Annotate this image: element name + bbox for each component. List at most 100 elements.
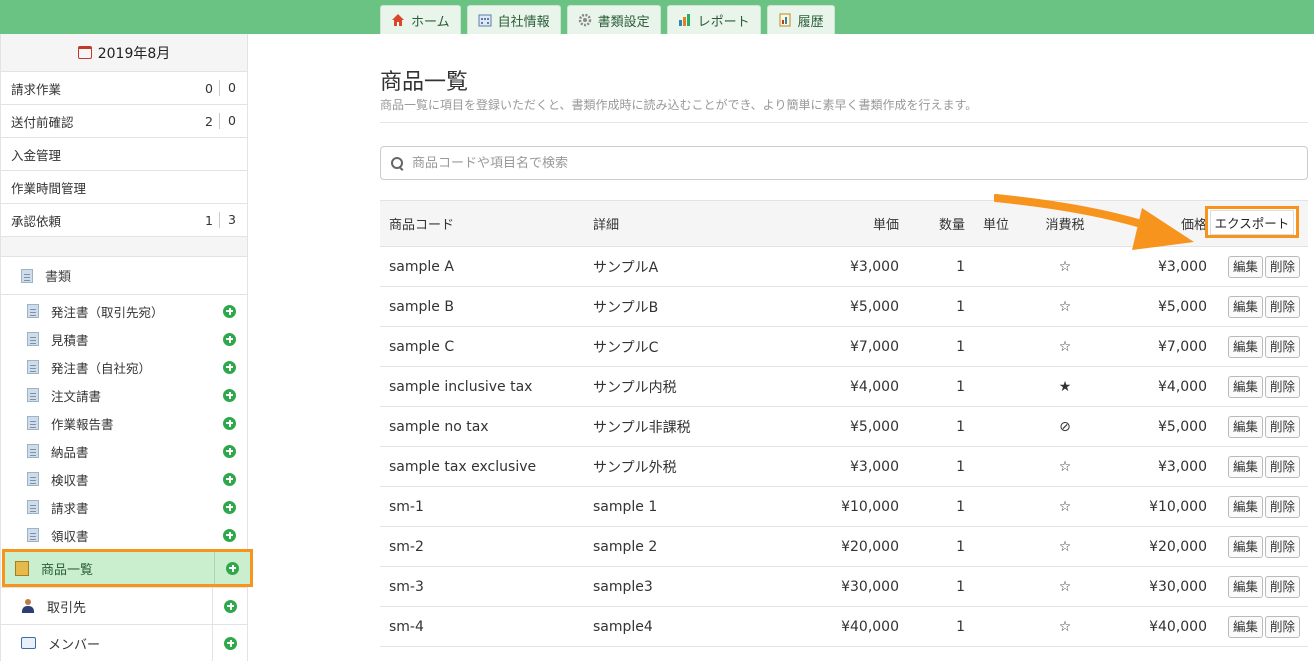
add-icon[interactable] xyxy=(223,444,236,458)
sidebar-item-approval-requests[interactable]: 承認依頼 1 3 xyxy=(1,204,247,237)
chart-icon xyxy=(678,14,690,26)
quantity: 1 xyxy=(956,418,965,435)
add-icon[interactable] xyxy=(223,472,236,486)
document-icon xyxy=(27,444,39,458)
delete-button[interactable]: 削除 xyxy=(1264,575,1300,598)
sidebar-item-pre-send-check[interactable]: 送付前確認 2 0 xyxy=(1,105,247,138)
sidebar-item-po-client[interactable]: 発注書（取引先宛） xyxy=(1,297,247,325)
sidebar-item-inspection[interactable]: 検収書 xyxy=(1,465,247,493)
unit-price: ¥5,000 xyxy=(850,418,899,435)
tab-company[interactable]: 自社情報 xyxy=(466,5,561,34)
unit-price: ¥4,000 xyxy=(850,378,899,395)
delete-button[interactable]: 削除 xyxy=(1264,455,1300,478)
edit-button[interactable]: 編集 xyxy=(1227,615,1263,638)
column-header-price[interactable]: 単価 xyxy=(803,200,899,247)
tab-report[interactable]: レポート xyxy=(666,5,761,34)
product-code: sm-3 xyxy=(389,578,424,595)
month-header[interactable]: 2019年8月 xyxy=(1,34,247,72)
document-icon xyxy=(27,304,39,318)
delete-button[interactable]: 削除 xyxy=(1264,615,1300,638)
add-icon[interactable] xyxy=(224,599,237,613)
column-header-quantity[interactable]: 数量 xyxy=(899,200,967,247)
delete-button[interactable]: 削除 xyxy=(1264,255,1300,278)
add-icon[interactable] xyxy=(223,528,236,542)
add-icon[interactable] xyxy=(224,636,237,650)
sidebar-item-clients[interactable]: 取引先 xyxy=(1,588,248,625)
quantity: 1 xyxy=(956,338,965,355)
edit-button[interactable]: 編集 xyxy=(1227,415,1263,438)
total-price: ¥4,000 xyxy=(1158,378,1207,395)
delete-button[interactable]: 削除 xyxy=(1264,335,1300,358)
product-detail: サンプル内税 xyxy=(593,379,677,396)
tab-history-label: 履歴 xyxy=(797,14,824,30)
count-secondary: 0 xyxy=(219,113,247,129)
sidebar-item-billing-work[interactable]: 請求作業 0 0 xyxy=(1,72,247,105)
edit-button[interactable]: 編集 xyxy=(1227,495,1263,518)
section-label: 書類 xyxy=(45,270,72,285)
export-button[interactable]: エクスポート xyxy=(1205,206,1299,238)
add-icon[interactable] xyxy=(226,561,239,575)
document-icon xyxy=(27,472,39,486)
add-cell xyxy=(214,552,250,584)
delete-button[interactable]: 削除 xyxy=(1264,415,1300,438)
edit-button[interactable]: 編集 xyxy=(1227,575,1263,598)
search-input[interactable] xyxy=(412,155,1307,171)
delete-button[interactable]: 削除 xyxy=(1264,535,1300,558)
edit-button[interactable]: 編集 xyxy=(1227,375,1263,398)
unit xyxy=(967,287,1017,327)
total-price: ¥20,000 xyxy=(1149,538,1207,555)
product-detail: サンプルC xyxy=(593,339,659,356)
sidebar-item-label: 作業報告書 xyxy=(51,416,114,432)
add-icon[interactable] xyxy=(223,332,236,346)
search-box[interactable] xyxy=(380,146,1308,180)
table-row: sm-4 sample4 ¥40,000 1 ☆ ¥40,000 編集 削除 xyxy=(380,607,1308,647)
quantity: 1 xyxy=(956,378,965,395)
tab-document-settings[interactable]: 書類設定 xyxy=(566,5,661,34)
tab-history[interactable]: 履歴 xyxy=(766,5,835,34)
unit-price: ¥10,000 xyxy=(841,498,899,515)
column-header-code[interactable]: 商品コード xyxy=(380,200,593,247)
delete-button[interactable]: 削除 xyxy=(1264,295,1300,318)
tab-home[interactable]: ホーム xyxy=(380,5,461,34)
gear-icon xyxy=(578,13,591,27)
sidebar-item-invoice[interactable]: 請求書 xyxy=(1,493,247,521)
sidebar-item-label: 注文請書 xyxy=(51,388,102,404)
edit-button[interactable]: 編集 xyxy=(1227,335,1263,358)
product-code: sample tax exclusive xyxy=(389,458,537,475)
company-icon xyxy=(478,14,492,27)
column-header-detail[interactable]: 詳細 xyxy=(593,200,803,247)
sidebar-item-label: 請求書 xyxy=(51,500,89,516)
sidebar-divider xyxy=(1,237,247,257)
edit-button[interactable]: 編集 xyxy=(1227,535,1263,558)
edit-button[interactable]: 編集 xyxy=(1227,255,1263,278)
sidebar-item-payment-management[interactable]: 入金管理 xyxy=(1,138,247,171)
add-icon[interactable] xyxy=(223,388,236,402)
sidebar-item-members[interactable]: メンバー xyxy=(1,625,248,661)
edit-button[interactable]: 編集 xyxy=(1227,455,1263,478)
sidebar-item-delivery[interactable]: 納品書 xyxy=(1,437,247,465)
add-icon[interactable] xyxy=(223,304,236,318)
row-actions: 編集 削除 xyxy=(1207,327,1308,367)
document-icon xyxy=(27,528,39,542)
sidebar-item-order-acceptance[interactable]: 注文請書 xyxy=(1,381,247,409)
total-price: ¥5,000 xyxy=(1158,298,1207,315)
edit-button[interactable]: 編集 xyxy=(1227,295,1263,318)
product-detail: sample 1 xyxy=(593,498,658,515)
product-code: sm-2 xyxy=(389,538,424,555)
sidebar-item-label: 納品書 xyxy=(51,444,89,460)
sidebar-item-label: 承認依頼 xyxy=(11,213,62,229)
add-icon[interactable] xyxy=(223,416,236,430)
sidebar-item-work-time[interactable]: 作業時間管理 xyxy=(1,171,247,204)
sidebar-item-po-self[interactable]: 発注書（自社宛） xyxy=(1,353,247,381)
add-icon[interactable] xyxy=(223,500,236,514)
delete-button[interactable]: 削除 xyxy=(1264,495,1300,518)
sidebar-section-documents[interactable]: 書類 xyxy=(1,257,247,295)
count-secondary: 0 xyxy=(219,80,247,96)
add-icon[interactable] xyxy=(223,360,236,374)
sidebar-item-work-report[interactable]: 作業報告書 xyxy=(1,409,247,437)
delete-button[interactable]: 削除 xyxy=(1264,375,1300,398)
product-code: sample no tax xyxy=(389,418,489,435)
sidebar-item-estimate[interactable]: 見積書 xyxy=(1,325,247,353)
sidebar-item-receipt[interactable]: 領収書 xyxy=(1,521,247,549)
sidebar-item-product-list[interactable]: 商品一覧 xyxy=(2,549,253,587)
